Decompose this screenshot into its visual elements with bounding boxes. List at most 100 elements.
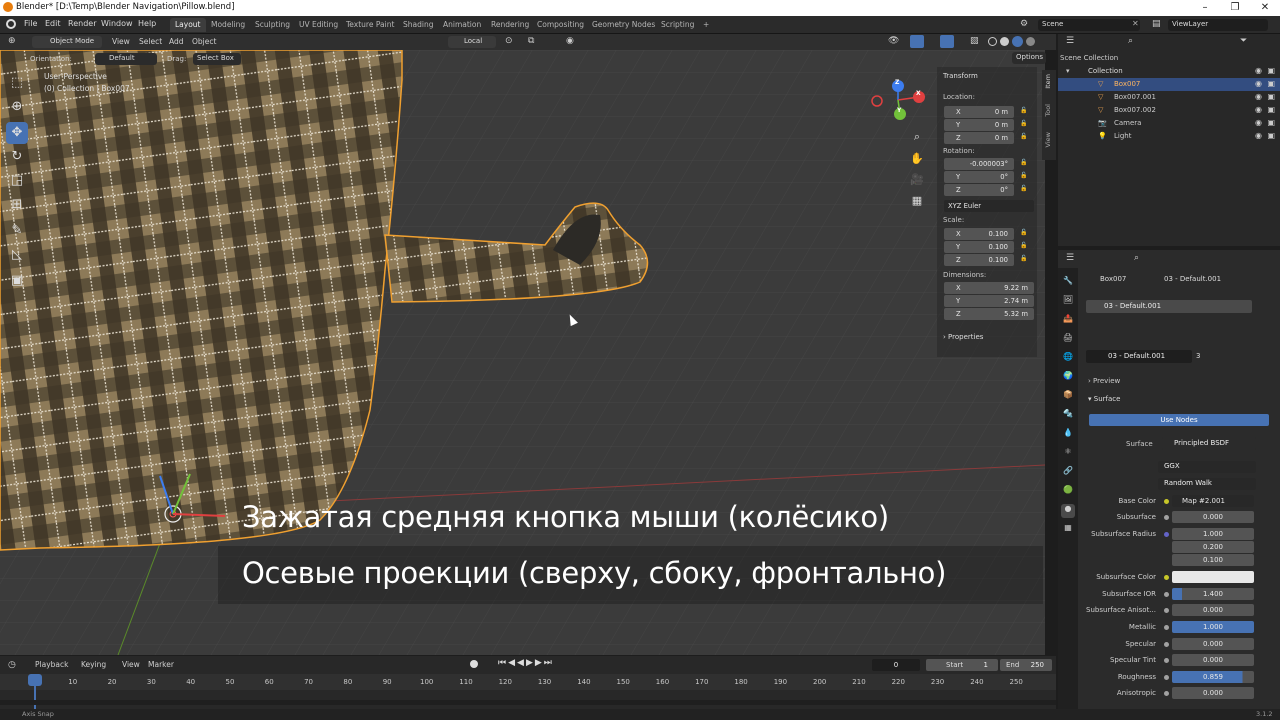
distribution-dropdown[interactable]: GGX <box>1158 461 1256 473</box>
object-tab-icon[interactable]: 📦 <box>1061 390 1075 404</box>
physics-tab-icon[interactable]: ⚛ <box>1061 447 1075 461</box>
zoom-icon[interactable]: ⌕ <box>907 127 927 147</box>
tab-scripting[interactable]: Scripting <box>656 18 699 32</box>
rotation-w-field[interactable]: -0.000003° <box>944 158 1014 170</box>
location-z-field[interactable]: Z 0 m <box>944 132 1014 144</box>
prop-value-field[interactable]: Map #2.001 <box>1172 495 1254 507</box>
prop-value-field[interactable]: 0.000 <box>1172 687 1254 699</box>
scale-y-field[interactable]: Y 0.100 <box>944 241 1014 253</box>
annotate-icon[interactable]: ✎ <box>6 220 28 242</box>
transform-header[interactable]: Transform <box>943 72 978 80</box>
editor-type-icon[interactable]: ⊕ <box>8 36 16 46</box>
socket-icon[interactable] <box>1164 691 1169 696</box>
view-layer-tab-icon[interactable]: 🖨 <box>1061 333 1075 347</box>
render-tab-icon[interactable]: 🖼 <box>1061 295 1075 309</box>
dimensions-x-field[interactable]: X 9.22 m <box>944 282 1034 294</box>
preview-section[interactable]: › Preview <box>1088 377 1120 385</box>
gizmo-z-label[interactable]: Z <box>895 79 899 86</box>
tab-rendering[interactable]: Rendering <box>486 18 534 32</box>
eye-icon[interactable]: ◉ <box>1255 105 1262 114</box>
frame-ruler[interactable]: 0102030405060708090100110120130140150160… <box>0 674 1056 690</box>
scale-x-field[interactable]: X 0.100 <box>944 228 1014 240</box>
lock-icon[interactable]: 🔓 <box>1020 172 1027 179</box>
transform-orientation[interactable]: Local <box>448 36 496 48</box>
orientation-dropdown[interactable]: Default <box>95 53 157 65</box>
tab-compositing[interactable]: Compositing <box>532 18 589 32</box>
lock-icon[interactable]: 🔓 <box>1020 242 1027 249</box>
socket-icon[interactable] <box>1164 575 1169 580</box>
tab-layout[interactable]: Layout <box>170 18 206 32</box>
camera-toggle-icon[interactable]: ▣ <box>1267 131 1275 140</box>
current-frame-field[interactable]: 0 <box>872 659 920 671</box>
minimize-icon[interactable]: – <box>1190 0 1220 16</box>
pivot-icon[interactable]: ⊙ <box>505 36 513 46</box>
prop-value-field[interactable]: 0.000 <box>1172 654 1254 666</box>
proportional-icon[interactable]: ◉ <box>566 36 574 46</box>
maximize-icon[interactable]: ❐ <box>1220 0 1250 16</box>
prop-value-field[interactable]: 0.000 <box>1172 511 1254 523</box>
view-layer-selector[interactable]: ViewLayer <box>1168 19 1268 31</box>
view-layer-icon[interactable]: ▤ <box>1152 19 1161 29</box>
particles-tab-icon[interactable]: 💧 <box>1061 428 1075 442</box>
camera-toggle-icon[interactable]: ▣ <box>1267 105 1275 114</box>
modifier-tab-icon[interactable]: 🔩 <box>1061 409 1075 423</box>
prop-value-field[interactable]: 0.100 <box>1172 554 1254 566</box>
dimensions-y-field[interactable]: Y 2.74 m <box>944 295 1034 307</box>
socket-icon[interactable] <box>1164 532 1169 537</box>
properties-subpanel[interactable]: › Properties <box>943 333 983 341</box>
drag-dropdown[interactable]: Select Box <box>193 53 241 65</box>
menu-keying[interactable]: Keying <box>81 660 106 669</box>
properties-search-icon[interactable]: ⌕ <box>1134 253 1139 263</box>
outliner-editor-icon[interactable]: ☰ <box>1066 36 1074 46</box>
transform-icon[interactable]: ⊞ <box>6 194 28 216</box>
menu-view[interactable]: View <box>112 37 130 46</box>
eye-icon[interactable]: ◉ <box>1255 92 1262 101</box>
shading-render-icon[interactable] <box>1026 37 1035 46</box>
socket-icon[interactable] <box>1164 658 1169 663</box>
tool-tab-icon[interactable]: 🔧 <box>1061 276 1075 290</box>
menu-help[interactable]: Help <box>138 19 156 28</box>
tab-view[interactable]: View <box>1044 132 1052 147</box>
lock-icon[interactable]: 🔓 <box>1020 229 1027 236</box>
menu-select[interactable]: Select <box>139 37 162 46</box>
tab-tool[interactable]: Tool <box>1044 104 1052 117</box>
lock-icon[interactable]: 🔓 <box>1020 185 1027 192</box>
data-tab-icon[interactable]: 🟢 <box>1061 485 1075 499</box>
playback-controls[interactable]: ⏮◀◀▶▶⏭ <box>498 658 554 668</box>
tab-texture-paint[interactable]: Texture Paint <box>341 18 399 32</box>
lock-icon[interactable]: 🔓 <box>1020 133 1027 140</box>
shading-wire-icon[interactable] <box>988 37 997 46</box>
subsurface-method-dropdown[interactable]: Random Walk <box>1158 478 1256 490</box>
tab-sculpting[interactable]: Sculpting <box>250 18 295 32</box>
outliner-item-camera[interactable]: 📷 Camera ◉ ▣ <box>1058 117 1280 130</box>
lock-icon[interactable]: 🔓 <box>1020 120 1027 127</box>
end-frame-field[interactable]: End 250 <box>1000 659 1052 671</box>
select-box-icon[interactable]: ⬚ <box>6 72 28 94</box>
eye-icon[interactable]: ◉ <box>1255 118 1262 127</box>
add-cube-icon[interactable]: ▣ <box>6 270 28 292</box>
eye-icon[interactable]: ◉ <box>1255 131 1262 140</box>
camera-toggle-icon[interactable]: ▣ <box>1267 118 1275 127</box>
rotation-z-field[interactable]: Z 0° <box>944 184 1014 196</box>
overlay-toggle-icon[interactable] <box>940 35 954 48</box>
socket-icon[interactable] <box>1164 625 1169 630</box>
prop-value-field[interactable] <box>1172 571 1254 583</box>
camera-view-icon[interactable]: 🎥 <box>907 170 927 190</box>
tab-modeling[interactable]: Modeling <box>206 18 250 32</box>
options-dropdown[interactable]: Options <box>1012 52 1046 64</box>
prop-value-field[interactable]: 0.859 <box>1172 671 1254 683</box>
outliner-collection[interactable]: ▾ Collection ◉ ▣ <box>1058 65 1280 78</box>
menu-object[interactable]: Object <box>192 37 216 46</box>
prop-value-field[interactable]: 1.000 <box>1172 621 1254 633</box>
timeline-scrollbar[interactable] <box>0 700 1056 705</box>
properties-editor-icon[interactable]: ☰ <box>1066 253 1074 263</box>
outliner-item-box007-001[interactable]: ▽ Box007.001 ◉ ▣ <box>1058 91 1280 104</box>
menu-file[interactable]: File <box>24 19 37 28</box>
menu-marker[interactable]: Marker <box>148 660 174 669</box>
menu-window[interactable]: Window <box>101 19 133 28</box>
prop-value-field[interactable]: 1.400 <box>1172 588 1254 600</box>
outliner-scene-collection[interactable]: Scene Collection <box>1058 52 1280 65</box>
blender-menu-icon[interactable] <box>6 19 16 29</box>
prop-value-field[interactable]: 0.000 <box>1172 604 1254 616</box>
menu-edit[interactable]: Edit <box>45 19 61 28</box>
